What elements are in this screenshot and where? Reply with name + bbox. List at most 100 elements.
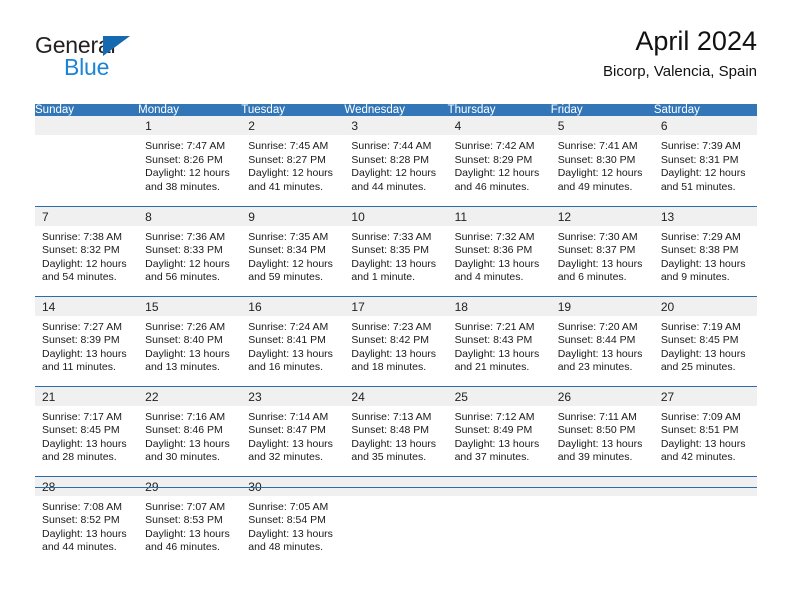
daylight-text-line1: Daylight: 13 hours <box>42 527 127 540</box>
daylight-text-line1: Daylight: 12 hours <box>145 167 230 180</box>
daylight-text-line1: Daylight: 13 hours <box>351 257 437 270</box>
day-number: 28 <box>35 476 139 496</box>
daylight-text-line1: Daylight: 12 hours <box>248 257 333 270</box>
daylight-text-line1: Daylight: 13 hours <box>351 347 437 360</box>
sunrise-text: Sunrise: 7:12 AM <box>454 410 535 423</box>
calendar-day-cell[interactable]: 16 Sunrise: 7:24 AM Sunset: 8:41 PM Dayligh… <box>241 295 345 386</box>
calendar-day-cell[interactable]: 15 Sunrise: 7:26 AM Sunset: 8:40 PM Dayligh… <box>138 295 242 386</box>
daylight-text-line2: and 6 minutes. <box>557 271 627 284</box>
sunrise-text: Sunrise: 7:05 AM <box>248 500 329 513</box>
daylight-text-line2: and 32 minutes. <box>248 451 323 464</box>
calendar-bottom-rule <box>35 487 757 488</box>
calendar-body: 1 Sunrise: 7:47 AM Sunset: 8:26 PM Daylight… <box>35 116 757 566</box>
calendar-day-cell[interactable]: 21 Sunrise: 7:17 AM Sunset: 8:45 PM Dayligh… <box>35 385 139 476</box>
sunrise-text: Sunrise: 7:41 AM <box>557 140 638 152</box>
calendar-day-cell[interactable]: 18 Sunrise: 7:21 AM Sunset: 8:43 PM Dayligh… <box>447 295 551 386</box>
calendar-header-row: Sunday Monday Tuesday Wednesday Thursday… <box>35 104 757 116</box>
daylight-text-line2: and 56 minutes. <box>145 271 220 284</box>
sunset-text: Sunset: 8:30 PM <box>557 153 636 166</box>
day-number: 14 <box>35 296 139 316</box>
calendar-day-cell[interactable]: 11 Sunrise: 7:32 AM Sunset: 8:36 PM Dayligh… <box>447 205 551 296</box>
day-number: 29 <box>138 476 242 496</box>
sunset-text: Sunset: 8:50 PM <box>557 424 636 437</box>
daylight-text-line2: and 25 minutes. <box>660 361 736 374</box>
daylight-text-line2: and 54 minutes. <box>42 271 117 284</box>
day-details: Sunrise: 7:08 AM Sunset: 8:52 PM Daylight:… <box>35 496 138 555</box>
calendar-day-cell[interactable]: 7 Sunrise: 7:38 AM Sunset: 8:32 PM Daylight… <box>35 205 139 296</box>
day-details: Sunrise: 7:41 AM Sunset: 8:30 PM Daylight:… <box>551 135 654 194</box>
sunrise-text: Sunrise: 7:21 AM <box>454 320 535 333</box>
calendar-day-cell[interactable]: 5 Sunrise: 7:41 AM Sunset: 8:30 PM Daylight… <box>550 116 654 206</box>
calendar-week-row: 21 Sunrise: 7:17 AM Sunset: 8:45 PM Dayligh… <box>35 385 757 476</box>
sunrise-text: Sunrise: 7:39 AM <box>660 140 741 152</box>
day-number: 16 <box>241 296 345 316</box>
day-number: 30 <box>241 476 345 496</box>
calendar-day-cell-empty <box>447 475 551 566</box>
calendar-day-cell[interactable]: 25 Sunrise: 7:12 AM Sunset: 8:49 PM Dayligh… <box>447 385 551 476</box>
day-cell-inner: 15 Sunrise: 7:26 AM Sunset: 8:40 PM Dayligh… <box>138 296 242 386</box>
calendar-day-cell-empty <box>550 475 654 567</box>
calendar-day-cell[interactable]: 29 Sunrise: 7:07 AM Sunset: 8:53 PM Dayligh… <box>138 475 242 566</box>
calendar-day-cell[interactable]: 23 Sunrise: 7:14 AM Sunset: 8:47 PM Dayligh… <box>241 385 345 476</box>
calendar-day-cell[interactable]: 24 Sunrise: 7:13 AM Sunset: 8:48 PM Dayligh… <box>344 385 448 476</box>
sunset-text: Sunset: 8:41 PM <box>248 334 326 347</box>
calendar-week-row: 14 Sunrise: 7:27 AM Sunset: 8:39 PM Dayligh… <box>35 295 757 386</box>
day-cell-inner: 11 Sunrise: 7:32 AM Sunset: 8:36 PM Dayligh… <box>447 206 551 296</box>
calendar-day-cell[interactable]: 26 Sunrise: 7:11 AM Sunset: 8:50 PM Dayligh… <box>550 385 654 476</box>
day-number: 11 <box>447 206 551 226</box>
calendar-day-cell[interactable]: 27 Sunrise: 7:09 AM Sunset: 8:51 PM Dayligh… <box>653 385 757 476</box>
calendar-day-cell[interactable]: 17 Sunrise: 7:23 AM Sunset: 8:42 PM Dayligh… <box>344 295 448 386</box>
calendar-day-cell[interactable]: 20 Sunrise: 7:19 AM Sunset: 8:45 PM Dayligh… <box>653 295 757 386</box>
day-number: 23 <box>241 386 345 406</box>
daylight-text-line1: Daylight: 13 hours <box>248 437 333 450</box>
calendar-day-cell[interactable]: 2 Sunrise: 7:45 AM Sunset: 8:27 PM Daylight… <box>241 116 345 206</box>
day-cell-inner: 24 Sunrise: 7:13 AM Sunset: 8:48 PM Dayligh… <box>344 386 448 476</box>
sunrise-text: Sunrise: 7:23 AM <box>351 320 432 333</box>
weekday-header-monday: Monday <box>138 104 242 116</box>
daylight-text-line2: and 37 minutes. <box>454 451 530 464</box>
daylight-text-line1: Daylight: 13 hours <box>42 347 127 360</box>
calendar-day-cell[interactable]: 28 Sunrise: 7:08 AM Sunset: 8:52 PM Dayligh… <box>35 475 139 566</box>
day-cell-inner: 14 Sunrise: 7:27 AM Sunset: 8:39 PM Dayligh… <box>35 296 139 386</box>
daylight-text-line2: and 13 minutes. <box>145 361 220 374</box>
calendar-day-cell[interactable]: 19 Sunrise: 7:20 AM Sunset: 8:44 PM Dayligh… <box>550 295 654 386</box>
calendar-day-cell[interactable]: 4 Sunrise: 7:42 AM Sunset: 8:29 PM Daylight… <box>447 116 551 206</box>
calendar-day-cell[interactable]: 8 Sunrise: 7:36 AM Sunset: 8:33 PM Daylight… <box>138 205 242 296</box>
calendar-day-cell[interactable]: 9 Sunrise: 7:35 AM Sunset: 8:34 PM Daylight… <box>241 205 345 296</box>
calendar-day-cell[interactable]: 1 Sunrise: 7:47 AM Sunset: 8:26 PM Daylight… <box>138 116 242 206</box>
weekday-header-sunday: Sunday <box>35 104 139 116</box>
day-details: Sunrise: 7:13 AM Sunset: 8:48 PM Daylight:… <box>344 406 447 465</box>
day-details: Sunrise: 7:14 AM Sunset: 8:47 PM Daylight:… <box>241 406 344 465</box>
sunrise-text: Sunrise: 7:09 AM <box>660 410 741 423</box>
weekday-header-tuesday: Tuesday <box>241 104 345 116</box>
calendar-day-cell[interactable]: 30 Sunrise: 7:05 AM Sunset: 8:54 PM Dayligh… <box>241 475 345 566</box>
day-cell-inner: 26 Sunrise: 7:11 AM Sunset: 8:50 PM Dayligh… <box>550 386 654 476</box>
calendar-day-cell[interactable]: 13 Sunrise: 7:29 AM Sunset: 8:38 PM Dayligh… <box>653 205 757 296</box>
daylight-text-line2: and 41 minutes. <box>248 180 323 193</box>
day-cell-inner <box>550 476 654 567</box>
daylight-text-line2: and 59 minutes. <box>248 271 323 284</box>
calendar-day-cell[interactable]: 6 Sunrise: 7:39 AM Sunset: 8:31 PM Daylight… <box>653 116 757 206</box>
calendar-day-cell[interactable]: 12 Sunrise: 7:30 AM Sunset: 8:37 PM Dayligh… <box>550 205 654 296</box>
daylight-text-line1: Daylight: 13 hours <box>248 347 333 360</box>
calendar-day-cell[interactable]: 22 Sunrise: 7:16 AM Sunset: 8:46 PM Dayligh… <box>138 385 242 476</box>
sunset-text: Sunset: 8:40 PM <box>145 334 223 347</box>
day-details: Sunrise: 7:20 AM Sunset: 8:44 PM Daylight:… <box>551 316 654 375</box>
daylight-text-line1: Daylight: 13 hours <box>660 257 746 270</box>
daylight-text-line2: and 16 minutes. <box>248 361 323 374</box>
day-details: Sunrise: 7:21 AM Sunset: 8:43 PM Daylight:… <box>448 316 551 375</box>
day-cell-inner: 9 Sunrise: 7:35 AM Sunset: 8:34 PM Daylight… <box>241 206 345 296</box>
daylight-text-line1: Daylight: 13 hours <box>42 437 127 450</box>
day-details: Sunrise: 7:09 AM Sunset: 8:51 PM Daylight:… <box>654 406 757 465</box>
sunset-text: Sunset: 8:45 PM <box>660 334 739 347</box>
logo-text-blue: Blue <box>64 54 110 80</box>
general-blue-logo[interactable]: General Blue <box>35 34 225 90</box>
calendar-day-cell[interactable]: 10 Sunrise: 7:33 AM Sunset: 8:35 PM Dayligh… <box>344 205 448 296</box>
calendar-day-cell[interactable]: 14 Sunrise: 7:27 AM Sunset: 8:39 PM Dayligh… <box>35 295 139 386</box>
day-cell-inner: 17 Sunrise: 7:23 AM Sunset: 8:42 PM Dayligh… <box>344 296 448 386</box>
daylight-text-line2: and 30 minutes. <box>145 451 220 464</box>
weekday-header-wednesday: Wednesday <box>344 104 448 116</box>
calendar-day-cell[interactable]: 3 Sunrise: 7:44 AM Sunset: 8:28 PM Daylight… <box>344 116 448 206</box>
sunset-text: Sunset: 8:42 PM <box>351 334 430 347</box>
page-title: April 2024 <box>635 26 757 56</box>
